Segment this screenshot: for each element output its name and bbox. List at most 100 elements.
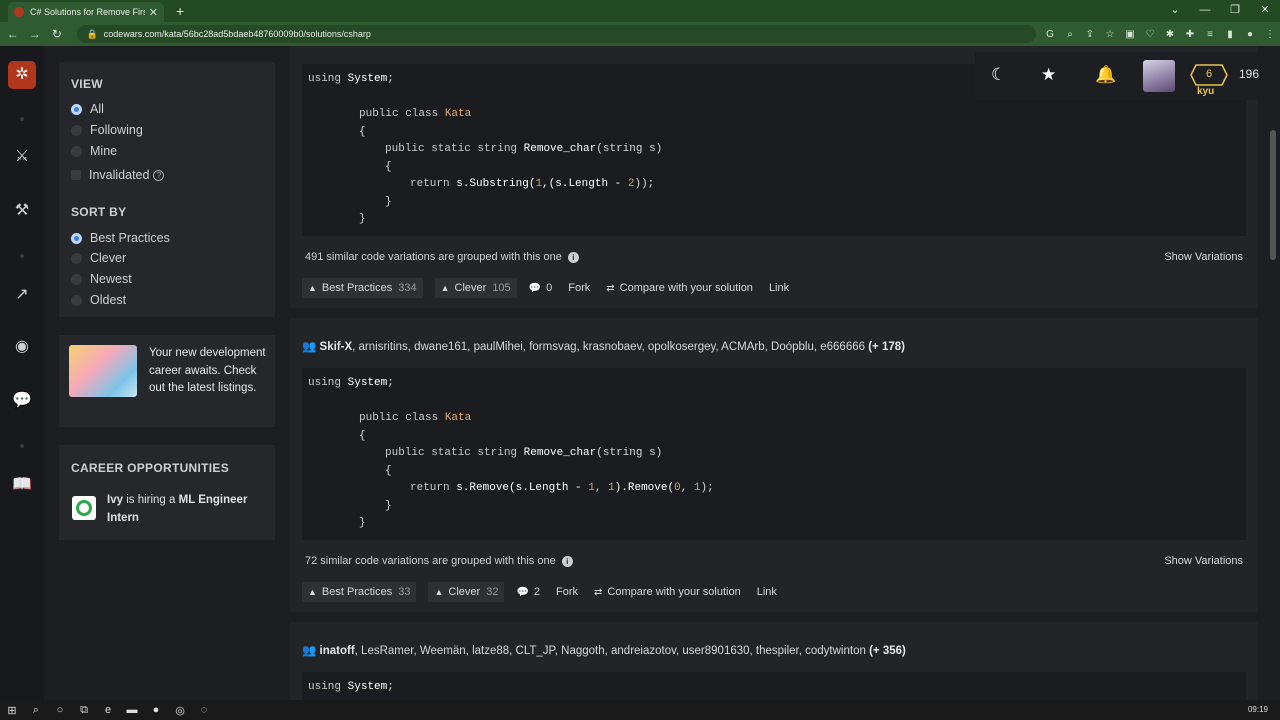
code-line: return s.Remove(s.Length - 1, 1).Remove(… xyxy=(410,482,714,494)
profile-icon[interactable]: ● xyxy=(1240,29,1260,40)
discussions-icon[interactable]: 💬 xyxy=(0,390,44,410)
author-link[interactable]: Skif-X xyxy=(320,341,353,353)
bookmark-star-icon[interactable]: ☆ xyxy=(1100,29,1120,40)
sort-option-newest[interactable]: Newest xyxy=(71,272,132,286)
view-option-all[interactable]: All xyxy=(71,102,104,116)
comment-icon: 💬 xyxy=(516,586,529,598)
tab-search-icon[interactable]: ⌄ xyxy=(1160,0,1190,22)
author-link[interactable]: inatoff xyxy=(320,645,355,657)
code-line: { xyxy=(359,430,366,442)
leaderboard-icon[interactable]: ↗ xyxy=(0,284,44,304)
forward-icon[interactable]: → xyxy=(25,27,44,41)
sort-option-clever[interactable]: Clever xyxy=(71,251,126,265)
extensions-icon[interactable]: ✚ xyxy=(1180,29,1200,40)
reload-icon[interactable]: ↻ xyxy=(47,27,66,41)
sort-option-best-practices[interactable]: Best Practices xyxy=(71,231,170,245)
compare-button[interactable]: ⇄ Compare with your solution xyxy=(606,282,753,294)
clever-vote-button[interactable]: ▲ Clever 32 xyxy=(428,582,505,602)
task-view-icon[interactable]: ⧉ xyxy=(72,704,96,717)
browser-tab[interactable]: C# Solutions for Remove First an ✕ xyxy=(8,2,164,22)
discord-icon[interactable]: ◉ xyxy=(0,336,44,356)
solution-authors: 👥 Skif-X, arnisritins, dwane161, paulMih… xyxy=(302,341,905,353)
back-icon[interactable]: ← xyxy=(3,27,22,41)
extension-red-icon[interactable]: ♡ xyxy=(1140,29,1160,40)
start-icon[interactable]: ⊞ xyxy=(0,704,24,717)
compare-icon: ⇄ xyxy=(606,282,615,294)
scrollbar-thumb[interactable] xyxy=(1270,130,1276,260)
dark-mode-icon[interactable]: ☾ xyxy=(991,65,1006,85)
more-authors[interactable]: (+ 356) xyxy=(869,645,906,657)
app-icon[interactable]: ◌ xyxy=(192,704,216,716)
file-explorer-icon[interactable]: ▬ xyxy=(120,704,144,716)
view-option-following[interactable]: Following xyxy=(71,123,143,137)
bookmark-icon[interactable]: ★ xyxy=(1041,65,1056,85)
app-icon[interactable]: ● xyxy=(144,704,168,716)
notifications-bell-icon[interactable]: 🔔 xyxy=(1095,65,1116,85)
avatar[interactable] xyxy=(1143,60,1175,92)
extension-puzzle-icon[interactable]: ✱ xyxy=(1160,29,1180,40)
best-practices-vote-button[interactable]: ▲ Best Practices 334 xyxy=(302,278,423,298)
ivy-logo-icon xyxy=(72,496,96,520)
rail-divider-dot xyxy=(20,117,24,121)
career-ad-card[interactable]: Your new development career awaits. Chec… xyxy=(59,335,275,427)
radio-icon xyxy=(71,124,82,136)
career-title: CAREER OPPORTUNITIES xyxy=(71,461,230,475)
browser-tab-bar: C# Solutions for Remove First an ✕ + ⌄ —… xyxy=(0,0,1280,22)
clever-vote-button[interactable]: ▲ Clever 105 xyxy=(434,278,517,298)
codewars-favicon-icon xyxy=(14,7,24,17)
code-line: } xyxy=(359,213,366,225)
tab-title: C# Solutions for Remove First an xyxy=(30,7,145,17)
media-icon[interactable]: ≡ xyxy=(1200,29,1220,40)
link-button[interactable]: Link xyxy=(769,282,789,294)
users-icon: 👥 xyxy=(302,645,317,657)
extension-icon[interactable]: ▣ xyxy=(1120,29,1140,40)
chrome-icon[interactable]: ◎ xyxy=(168,704,192,717)
minimize-button[interactable]: — xyxy=(1190,0,1220,22)
restore-button[interactable]: ❐ xyxy=(1220,0,1250,22)
info-icon[interactable]: i xyxy=(567,251,579,263)
share-icon[interactable]: ⇪ xyxy=(1080,29,1100,40)
rank-number: 6 xyxy=(1205,68,1213,80)
ad-illustration xyxy=(69,345,137,397)
comments-button[interactable]: 💬 2 xyxy=(516,586,540,598)
help-icon[interactable]: ? xyxy=(153,169,165,181)
menu-icon[interactable]: ⋮ xyxy=(1260,29,1280,40)
zoom-icon[interactable]: ⌕ xyxy=(1060,29,1080,40)
close-window-button[interactable]: ✕ xyxy=(1250,0,1280,22)
show-variations-button[interactable]: Show Variations xyxy=(1164,251,1243,263)
cortana-icon[interactable]: ○ xyxy=(48,704,72,716)
best-practices-vote-button[interactable]: ▲ Best Practices 33 xyxy=(302,582,417,602)
code-block: using System; public class Kata { public… xyxy=(302,368,1246,540)
clock: 09:19 xyxy=(1247,705,1268,714)
job-listing[interactable]: Ivy is hiring a ML Engineer Intern xyxy=(107,491,267,527)
lock-icon: 🔒 xyxy=(86,28,98,39)
rail-divider-dot xyxy=(20,254,24,258)
compare-button[interactable]: ⇄ Compare with your solution xyxy=(594,586,741,598)
invalidated-checkbox[interactable]: Invalidated ? xyxy=(71,168,165,182)
view-option-mine[interactable]: Mine xyxy=(71,144,117,158)
fork-button[interactable]: Fork xyxy=(568,282,590,294)
extensions-bar: G ⌕ ⇪ ☆ ▣ ♡ ✱ ✚ ≡ ▮ ● ⋮ xyxy=(1040,29,1280,40)
code-line: using System; xyxy=(308,681,394,693)
show-variations-button[interactable]: Show Variations xyxy=(1164,555,1243,567)
radio-icon xyxy=(71,145,82,157)
search-icon[interactable]: ⌕ xyxy=(24,704,48,717)
link-button[interactable]: Link xyxy=(757,586,777,598)
codewars-logo-icon[interactable]: ✲ xyxy=(8,61,36,89)
chevron-up-icon: ▲ xyxy=(434,587,444,597)
comments-button[interactable]: 💬 0 xyxy=(529,282,553,294)
practice-icon[interactable]: ⚒ xyxy=(0,200,44,220)
sort-option-oldest[interactable]: Oldest xyxy=(71,293,126,307)
info-icon[interactable]: i xyxy=(561,555,573,567)
edge-icon[interactable]: e xyxy=(96,704,120,716)
fork-button[interactable]: Fork xyxy=(556,586,578,598)
docs-icon[interactable]: 📖 xyxy=(0,474,44,494)
close-tab-icon[interactable]: ✕ xyxy=(149,6,158,19)
code-line: public class Kata xyxy=(359,108,472,120)
sidepanel-icon[interactable]: ▮ xyxy=(1220,29,1240,40)
url-field[interactable]: 🔒 codewars.com/kata/56bc28ad5bdaeb487600… xyxy=(76,25,1036,43)
new-tab-button[interactable]: + xyxy=(176,3,184,19)
training-icon[interactable]: ⚔ xyxy=(0,146,44,166)
google-icon[interactable]: G xyxy=(1040,29,1060,40)
more-authors[interactable]: (+ 178) xyxy=(868,341,905,353)
